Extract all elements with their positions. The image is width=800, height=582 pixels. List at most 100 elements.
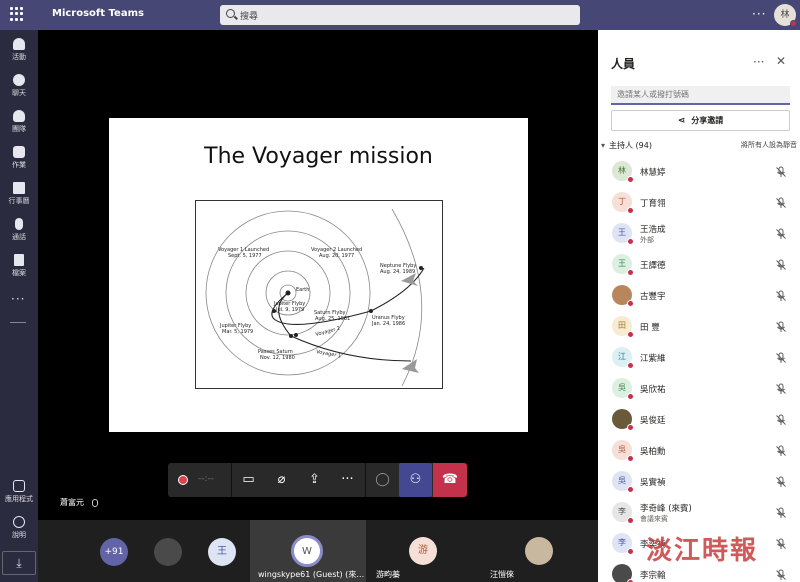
presenters-section-header[interactable]: ▾ 主持人 (94) 將所有人設為靜音 bbox=[601, 140, 797, 154]
mic-off-icon[interactable] bbox=[775, 538, 787, 550]
participant-tile[interactable]: 王 bbox=[203, 520, 248, 582]
participant-row[interactable]: 田田 豐 bbox=[598, 313, 800, 344]
app-rail: 活動 聊天 團隊 作業 行事曆 通話 檔案 ··· 應用程式 說明 ⤓ bbox=[0, 30, 38, 582]
presence-busy-icon bbox=[627, 486, 634, 493]
participant-avatar: 丁 bbox=[612, 192, 634, 214]
camera-toggle-button[interactable]: ▭ bbox=[232, 463, 265, 497]
app-title: Microsoft Teams bbox=[52, 8, 144, 19]
rail-item-assignments[interactable]: 作業 bbox=[0, 142, 38, 176]
overflow-count: +91 bbox=[100, 538, 128, 566]
share-tray-icon: ⇪ bbox=[309, 472, 320, 487]
participant-row[interactable]: 古豐宇 bbox=[598, 282, 800, 313]
download-icon[interactable]: ⤓ bbox=[2, 551, 36, 575]
invite-input[interactable] bbox=[611, 86, 790, 105]
rail-item-help[interactable]: 說明 bbox=[0, 512, 38, 546]
participant-row[interactable]: 王 王浩成 外部 bbox=[598, 220, 800, 251]
participant-row[interactable]: 江 江紫維 bbox=[598, 344, 800, 375]
participant-tile-focused[interactable]: W wingskype61 (Guest) (來… bbox=[250, 520, 366, 582]
mic-off-icon[interactable] bbox=[775, 352, 787, 364]
mic-toggle-button[interactable]: ⌀ bbox=[265, 463, 298, 497]
participant-name: 吳欣祐 bbox=[640, 385, 666, 395]
hang-up-button[interactable]: ☎ bbox=[433, 463, 467, 497]
participant-tile[interactable] bbox=[148, 520, 203, 582]
avatar-initial: 吳 bbox=[618, 445, 626, 454]
participant-initial-avatar: W bbox=[291, 535, 323, 567]
avatar-initial: 李 bbox=[618, 538, 626, 547]
participant-avatar: 王 bbox=[612, 254, 634, 276]
mic-off-icon[interactable] bbox=[775, 197, 787, 209]
rail-item-teams[interactable]: 團隊 bbox=[0, 106, 38, 140]
people-panel: 人員 ··· ✕ ⋖分享邀請 ▾主持人 (94) 將所有人設為靜音 林林慧婷丁丁… bbox=[598, 30, 800, 582]
chevron-down-icon: ▾ bbox=[601, 141, 606, 150]
participant-row[interactable]: 吳俊廷 bbox=[598, 406, 800, 437]
more-options-icon[interactable]: ··· bbox=[752, 7, 766, 21]
mic-off-icon[interactable] bbox=[775, 445, 787, 457]
participant-row[interactable]: 吳 吳欣祐 bbox=[598, 375, 800, 406]
participant-tile[interactable]: 游 游畇蓁 bbox=[368, 520, 468, 582]
share-invite-button[interactable]: ⋖ 分享邀請 bbox=[611, 110, 790, 131]
label-jupiter-flyby-2-date: Mar. 5, 1979 bbox=[222, 329, 253, 335]
participant-tile[interactable]: 汪愷倈 bbox=[482, 520, 594, 582]
search-input[interactable]: 搜尋 bbox=[220, 5, 580, 25]
participant-avatar: 吳 bbox=[612, 471, 634, 493]
call-controls: --:-- ▭ ⌀ ⇪ ··· ◯ ⚇ ☎ bbox=[168, 463, 467, 497]
mic-off-icon[interactable] bbox=[775, 414, 787, 426]
mic-off-icon[interactable] bbox=[775, 321, 787, 333]
people-icon: ⚇ bbox=[409, 472, 422, 487]
overflow-tile[interactable]: +91 bbox=[83, 520, 148, 582]
user-avatar[interactable]: 林 bbox=[774, 4, 797, 27]
more-apps-icon[interactable]: ··· bbox=[11, 292, 25, 306]
participants-button[interactable]: ⚇ bbox=[399, 463, 432, 497]
participant-row[interactable]: 李 李奇峰 (來賓) 會議來賓 bbox=[598, 499, 800, 530]
rail-item-calendar[interactable]: 行事曆 bbox=[0, 178, 38, 212]
participant-avatar: 王 bbox=[612, 223, 634, 245]
mic-off-icon[interactable] bbox=[775, 383, 787, 395]
chat-button[interactable]: ◯ bbox=[366, 463, 399, 497]
mic-off-icon[interactable] bbox=[775, 476, 787, 488]
search-icon bbox=[226, 9, 235, 18]
participant-initial-avatar: 王 bbox=[208, 538, 236, 566]
label-v2-launch-date: Aug. 20, 1977 bbox=[319, 253, 354, 259]
participant-name: 吳實禎 bbox=[640, 478, 666, 488]
record-button[interactable]: --:-- bbox=[168, 463, 230, 497]
participant-avatar: 李 bbox=[612, 533, 634, 555]
participant-name: 丁育翎 bbox=[640, 199, 666, 209]
participant-name: 田 豐 bbox=[640, 323, 660, 333]
mic-off-icon[interactable] bbox=[775, 228, 787, 240]
mute-all-link[interactable]: 將所有人設為靜音 bbox=[741, 140, 797, 150]
participant-row[interactable]: 吳 吳柏勳 bbox=[598, 437, 800, 468]
participant-name: 古豐宇 bbox=[640, 292, 666, 302]
rail-item-chat[interactable]: 聊天 bbox=[0, 70, 38, 104]
rail-item-apps[interactable]: 應用程式 bbox=[0, 476, 38, 510]
share-screen-button[interactable]: ⇪ bbox=[298, 463, 331, 497]
presence-busy-icon bbox=[627, 300, 634, 307]
mic-off-icon[interactable] bbox=[775, 290, 787, 302]
mic-off-icon: ⌀ bbox=[277, 472, 286, 487]
close-icon[interactable]: ✕ bbox=[776, 54, 786, 68]
avatar-initial: 吳 bbox=[618, 476, 626, 485]
presence-busy-icon bbox=[627, 517, 634, 524]
rail-item-files[interactable]: 檔案 bbox=[0, 250, 38, 284]
rail-item-activity[interactable]: 活動 bbox=[0, 34, 38, 68]
mic-off-icon[interactable] bbox=[775, 507, 787, 519]
assignments-icon bbox=[13, 146, 25, 158]
participant-row[interactable]: 丁 丁育翎 bbox=[598, 189, 800, 220]
participant-row[interactable]: 林 林慧婷 bbox=[598, 158, 800, 189]
watermark-text: 淡江時報 bbox=[646, 536, 759, 566]
app-launcher-icon[interactable] bbox=[10, 7, 24, 21]
file-icon bbox=[14, 254, 24, 266]
mic-off-icon[interactable] bbox=[775, 166, 787, 178]
mic-off-icon[interactable] bbox=[775, 259, 787, 271]
rail-item-calls[interactable]: 通話 bbox=[0, 214, 38, 248]
mic-off-icon[interactable] bbox=[775, 569, 787, 581]
avatar-initial: 丁 bbox=[618, 197, 626, 206]
record-icon bbox=[178, 475, 188, 485]
participant-avatar: 林 bbox=[612, 161, 634, 183]
more-icon: ··· bbox=[341, 472, 354, 487]
participant-row[interactable]: 王 王譯德 bbox=[598, 251, 800, 282]
more-actions-button[interactable]: ··· bbox=[331, 463, 364, 497]
participant-name: 王浩成 bbox=[640, 225, 666, 235]
more-options-icon[interactable]: ··· bbox=[753, 55, 764, 69]
participant-row[interactable]: 吳 吳實禎 bbox=[598, 468, 800, 499]
label-jupiter-flyby-date: Jul. 9, 1979 bbox=[275, 307, 304, 313]
